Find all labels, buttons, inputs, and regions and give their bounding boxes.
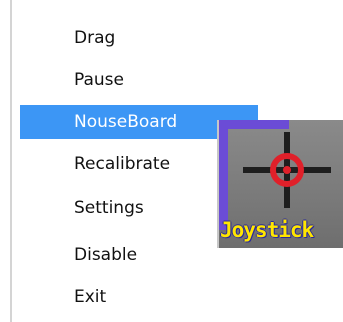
menu-item-label: Pause (74, 70, 124, 90)
menu-item-label: Exit (74, 287, 107, 307)
menu-item-label: Settings (74, 198, 144, 218)
window-edge (0, 0, 12, 322)
menu-item-label: NouseBoard (74, 112, 178, 132)
menu-item-exit[interactable]: Exit (20, 280, 258, 314)
desktop-area: Drag Pause NouseBoard Recalibrate Settin… (0, 0, 343, 322)
menu-item-label: Disable (74, 245, 138, 265)
menu-item-label: Drag (74, 28, 116, 48)
menu-item-pause[interactable]: Pause (20, 63, 258, 97)
menu-item-drag[interactable]: Drag (20, 21, 258, 55)
menu-item-label: Recalibrate (74, 154, 171, 174)
joystick-tray-icon[interactable]: Joystick (217, 120, 343, 248)
joystick-label: Joystick (220, 218, 314, 242)
